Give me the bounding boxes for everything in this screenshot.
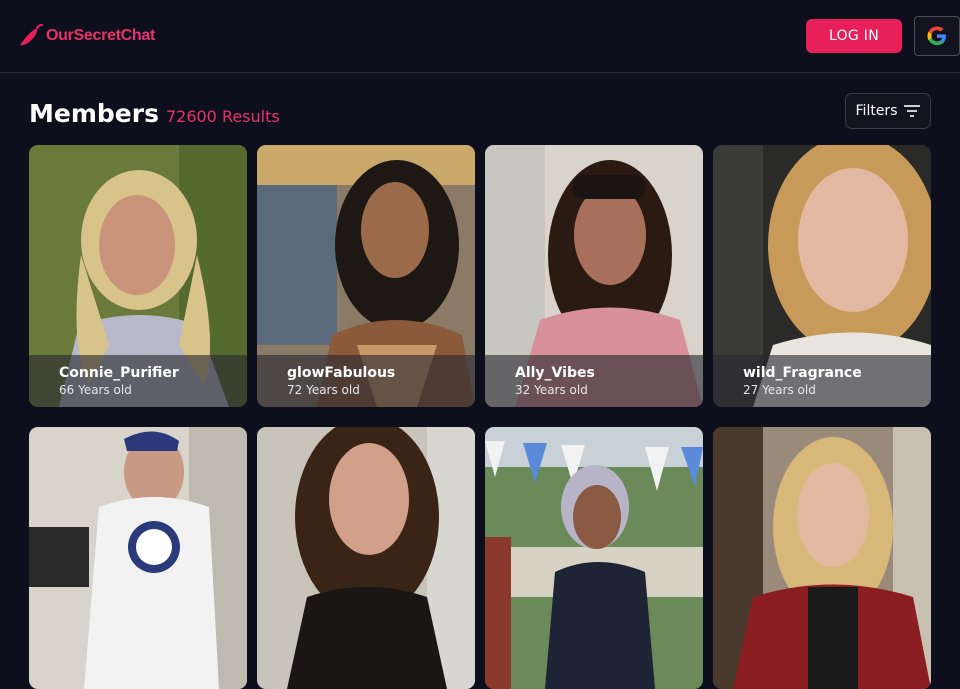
card-info-bar	[485, 355, 703, 407]
member-card[interactable]	[29, 427, 247, 689]
member-card[interactable]: wild_Fragrance 27 Years old	[713, 145, 931, 407]
member-card[interactable]	[485, 427, 703, 689]
top-header: OurSecretChat LOG IN	[0, 0, 960, 73]
card-info-bar	[29, 355, 247, 407]
filters-button[interactable]: Filters	[845, 93, 931, 129]
member-card[interactable]: glowFabulous 72 Years old	[257, 145, 475, 407]
member-photo	[257, 427, 475, 689]
member-card[interactable]: Ally_Vibes 32 Years old	[485, 145, 703, 407]
member-name: wild_Fragrance	[743, 365, 862, 381]
member-card[interactable]: Connie_Purifier 66 Years old	[29, 145, 247, 407]
member-photo	[713, 427, 931, 689]
login-button[interactable]: LOG IN	[806, 19, 902, 53]
filter-lines-icon	[904, 105, 921, 117]
logo[interactable]: OurSecretChat	[17, 24, 155, 48]
member-name: Connie_Purifier	[59, 365, 179, 381]
chili-pepper-icon	[20, 24, 43, 46]
member-photo	[29, 427, 247, 689]
member-name: Ally_Vibes	[515, 365, 595, 381]
member-age: 32 Years old	[515, 383, 588, 397]
google-icon	[927, 26, 946, 46]
title-row: Members 72600 Results	[29, 99, 280, 128]
member-age: 72 Years old	[287, 383, 360, 397]
filters-label: Filters	[855, 103, 898, 119]
member-card[interactable]	[713, 427, 931, 689]
member-age: 66 Years old	[59, 383, 132, 397]
card-info-bar	[257, 355, 475, 407]
google-signin-button[interactable]	[914, 16, 960, 56]
member-age: 27 Years old	[743, 383, 816, 397]
member-photo	[485, 427, 703, 689]
card-info-bar	[713, 355, 931, 407]
page-title: Members	[29, 99, 159, 128]
logo-text: OurSecretChat	[46, 27, 156, 44]
member-card[interactable]	[257, 427, 475, 689]
results-count: 72600 Results	[165, 107, 280, 126]
member-name: glowFabulous	[287, 365, 396, 381]
